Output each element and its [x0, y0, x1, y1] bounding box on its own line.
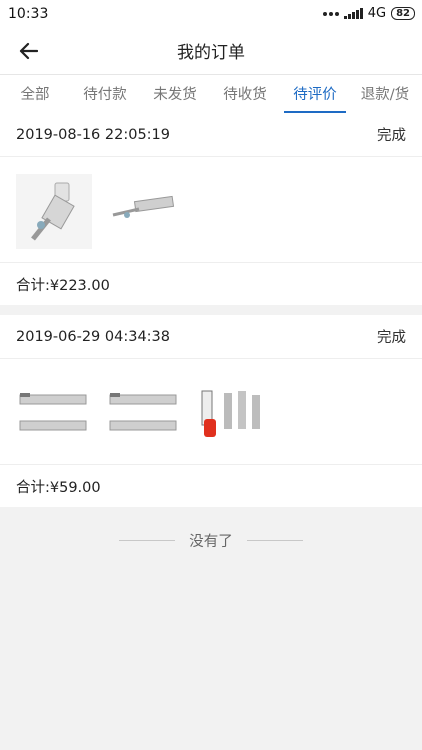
- divider: [119, 539, 176, 541]
- product-thumbnail[interactable]: [16, 376, 92, 451]
- order-datetime: 2019-06-29 04:34:38: [16, 328, 170, 345]
- app-header: 我的订单: [0, 27, 422, 74]
- order-items: [0, 359, 422, 465]
- tab-pending-payment[interactable]: 待付款: [70, 75, 140, 113]
- order-datetime: 2019-08-16 22:05:19: [16, 126, 170, 143]
- network-type: 4G: [367, 6, 387, 21]
- status-bar: 10:33 4G 82: [0, 0, 422, 27]
- order-tabs: 全部 待付款 未发货 待收货 待评价 退款/货: [0, 74, 422, 114]
- order-status: 完成: [377, 128, 406, 144]
- product-thumbnail[interactable]: [106, 376, 182, 451]
- product-thumbnail[interactable]: [16, 174, 92, 249]
- list-end-indicator: 没有了: [0, 525, 422, 555]
- tab-pending-review[interactable]: 待评价: [280, 75, 350, 113]
- order-header: 2019-08-16 22:05:19 完成: [0, 113, 422, 157]
- product-thumbnail[interactable]: [106, 174, 182, 249]
- order-items: [0, 157, 422, 263]
- order-total: 合计:¥223.00: [16, 277, 110, 294]
- order-status: 完成: [377, 330, 406, 346]
- status-time: 10:33: [8, 5, 49, 22]
- order-header: 2019-06-29 04:34:38 完成: [0, 315, 422, 359]
- tab-refund[interactable]: 退款/货: [350, 75, 420, 113]
- no-more-text: 没有了: [189, 533, 233, 550]
- tab-pending-receipt[interactable]: 待收货: [210, 75, 280, 113]
- tab-all[interactable]: 全部: [0, 75, 70, 113]
- back-button[interactable]: [14, 37, 42, 65]
- battery-icon: 82: [391, 7, 415, 20]
- product-thumbnail[interactable]: [196, 376, 272, 451]
- order-card[interactable]: 2019-08-16 22:05:19 完成 合计:¥223.00: [0, 113, 422, 305]
- divider: [246, 539, 303, 541]
- status-icons: 4G 82: [322, 6, 415, 21]
- more-dots-icon: [322, 11, 339, 16]
- order-card[interactable]: 2019-06-29 04:34:38 完成 合计:¥59.00: [0, 315, 422, 507]
- arrow-left-icon: [19, 42, 38, 60]
- page-title: 我的订单: [177, 43, 245, 63]
- signal-icon: [343, 8, 363, 19]
- tab-not-shipped[interactable]: 未发货: [140, 75, 210, 113]
- order-total: 合计:¥59.00: [16, 479, 101, 496]
